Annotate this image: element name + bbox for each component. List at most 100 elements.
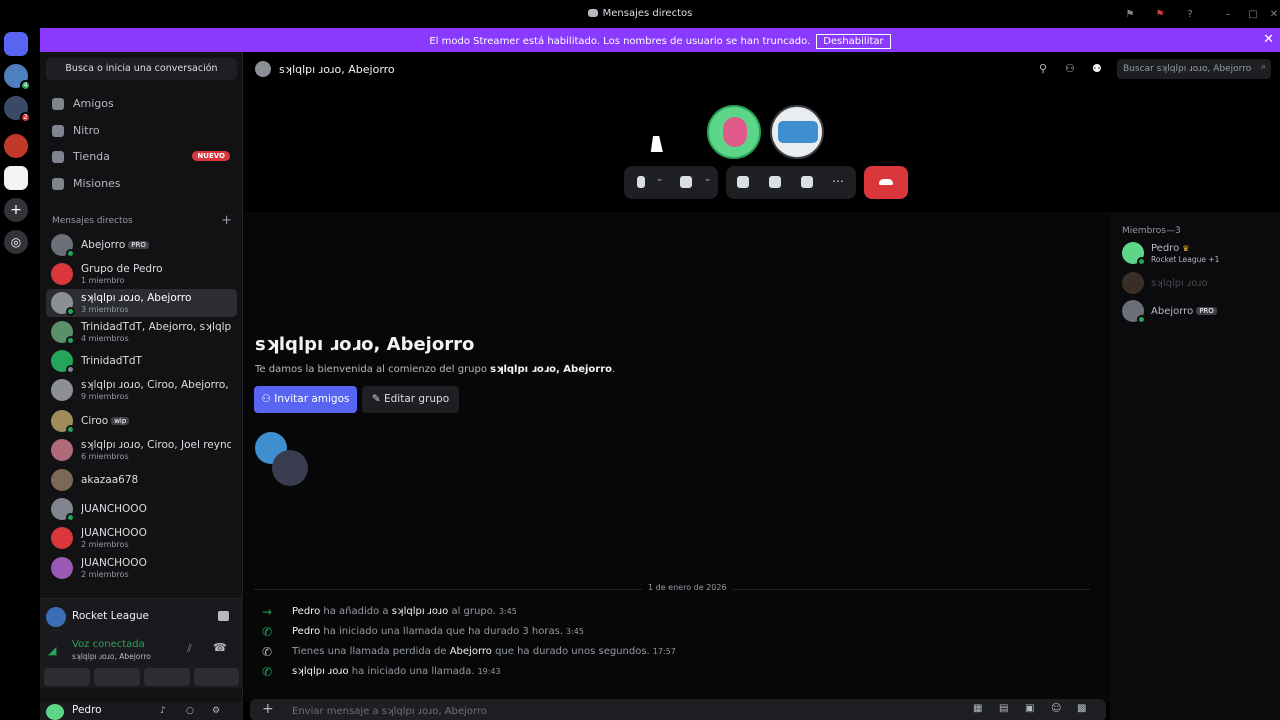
dm-item[interactable]: sʞlqlpı ɹoɹo, Ciroo, Joel reyno... 6 miem… — [46, 436, 237, 464]
screen-share-icon[interactable] — [737, 176, 749, 188]
message-composer[interactable]: + Enviar mensaje a sʞlqlpı ɹoɹo, Abejorr… — [250, 699, 1106, 720]
emoji-icon[interactable]: ☺ — [1051, 703, 1061, 714]
participant-avatar[interactable] — [770, 105, 824, 159]
nav-quests[interactable]: Misiones — [48, 172, 236, 196]
new-badge: NUEVO — [192, 151, 230, 161]
edit-group-button[interactable]: ✎ Editar grupo — [362, 386, 459, 413]
settings-gear-icon[interactable]: ⚙ — [212, 706, 220, 716]
headphones-icon[interactable]: ○ — [186, 706, 194, 716]
member-item[interactable]: Abejorro PRO — [1120, 298, 1270, 324]
camera-off-button[interactable] — [44, 668, 90, 686]
avatar — [51, 263, 73, 285]
quests-icon — [52, 178, 64, 190]
friends-icon — [52, 98, 64, 110]
disconnect-icon[interactable]: ☎ — [213, 641, 227, 654]
group-avatar-back — [272, 450, 308, 486]
streamer-mode-banner: El modo Streamer está habilitado. Los no… — [40, 28, 1280, 52]
server-icon[interactable]: 4 — [4, 64, 31, 91]
avatar — [51, 410, 75, 434]
dm-item[interactable]: sʞlqlpı ɹoɹo, Ciroo, Abejorro, J... 9 mie… — [46, 376, 237, 404]
home-discord-icon[interactable] — [4, 32, 28, 56]
game-overlay-icon[interactable] — [218, 611, 229, 621]
add-friends-icon[interactable]: ⚇ — [1065, 62, 1075, 75]
server-icon[interactable] — [4, 134, 28, 158]
shop-icon — [52, 151, 64, 163]
members-list-icon[interactable]: ⚉ — [1092, 62, 1102, 75]
sticker-icon[interactable]: ▣ — [1025, 703, 1034, 714]
dm-item[interactable]: akazaa678 — [46, 466, 237, 494]
avatar — [1122, 272, 1144, 294]
gif-icon[interactable]: ▤ — [999, 703, 1008, 714]
avatar — [51, 498, 75, 522]
server-icon[interactable] — [4, 166, 28, 190]
maximize-icon[interactable]: □ — [1247, 9, 1259, 21]
add-server-icon[interactable]: + — [4, 198, 28, 222]
soundboard-button[interactable] — [194, 668, 239, 686]
mic-camera-controls: ⌄ ⌄ — [624, 166, 718, 199]
dm-item[interactable]: Ciroo wip — [46, 407, 237, 435]
dm-item[interactable]: JUANCHOOO 2 miembros — [46, 524, 237, 552]
status-tag: wip — [111, 417, 130, 425]
gift-icon[interactable]: ▦ — [973, 703, 982, 714]
nav-friends[interactable]: Amigos — [48, 92, 236, 116]
avatar — [1122, 300, 1146, 324]
pencil-icon: ✎ — [371, 393, 384, 405]
mouse-cursor — [650, 136, 666, 152]
microphone-icon[interactable]: ♪ — [160, 706, 166, 716]
avatar[interactable] — [46, 704, 64, 720]
activities-icon[interactable] — [769, 176, 781, 188]
noise-suppression-icon[interactable]: ⫽ — [187, 642, 192, 656]
member-item[interactable]: sʞlqlpı ɹoɹo — [1120, 270, 1270, 296]
dm-item-active[interactable]: sʞlqlpı ɹoɹo, Abejorro 3 miembros — [46, 289, 237, 317]
avatar — [51, 469, 73, 491]
microphone-icon[interactable] — [637, 176, 645, 188]
hang-up-button[interactable] — [864, 166, 908, 199]
minimize-icon[interactable]: – — [1222, 9, 1234, 21]
soundboard-icon[interactable] — [801, 176, 813, 188]
call-area: ⌄ ⌄ ⋯ — [244, 86, 1280, 212]
create-dm-icon[interactable]: + — [221, 213, 232, 228]
nitro-icon — [52, 125, 64, 137]
flag-icon[interactable]: ⚑ — [1124, 9, 1136, 21]
rocket-league-icon — [46, 607, 66, 627]
apps-icon[interactable]: ▩ — [1077, 703, 1086, 714]
discover-icon[interactable]: ◎ — [4, 230, 28, 254]
dm-item[interactable]: Grupo de Pedro 1 miembro — [46, 260, 237, 288]
participant-avatar[interactable] — [707, 105, 761, 159]
help-icon[interactable]: ? — [1184, 9, 1196, 21]
server-icon[interactable]: 2 — [4, 96, 31, 123]
more-options-icon[interactable]: ⋯ — [832, 174, 844, 188]
dm-item[interactable]: JUANCHOOO — [46, 495, 237, 523]
screen-share-button[interactable] — [94, 668, 140, 686]
camera-off-icon[interactable] — [680, 176, 692, 188]
pin-icon[interactable]: ⚲ — [1039, 62, 1047, 75]
phone-hangup-icon — [879, 179, 893, 185]
dm-item[interactable]: TrinidadTdT, Abejorro, sʞlqlpı ... 4 miem… — [46, 318, 237, 346]
member-list: Miembros—3 Pedro ♛ Rocket League +1 sʞlqlp… — [1110, 212, 1280, 720]
chevron-down-icon[interactable]: ⌄ — [656, 174, 664, 184]
upload-plus-icon[interactable]: + — [262, 701, 274, 717]
inbox-icon[interactable]: ⚑ — [1154, 9, 1166, 21]
find-conversation-button[interactable]: Busca o inicia una conversación — [46, 58, 237, 80]
avatar — [51, 292, 75, 316]
nav-shop[interactable]: Tienda NUEVO — [48, 145, 236, 169]
signal-icon[interactable]: ◢ — [48, 644, 62, 658]
nav-nitro[interactable]: Nitro — [48, 119, 236, 143]
close-window-icon[interactable]: ✕ — [1268, 9, 1280, 21]
search-input[interactable]: Buscar sʞlqlpı ɹoɹo, Abejorro ⌕ — [1117, 59, 1271, 79]
member-item[interactable]: Pedro ♛ Rocket League +1 — [1120, 240, 1270, 266]
avatar — [1122, 242, 1146, 266]
title-bar: Mensajes directos ⚑ ⚑ ? – □ ✕ — [0, 0, 1280, 28]
invite-friends-button[interactable]: ⚇ Invitar amigos — [254, 386, 357, 413]
search-icon: ⌕ — [1260, 62, 1266, 72]
disable-streamer-button[interactable]: Deshabilitar — [816, 34, 891, 49]
dm-item[interactable]: JUANCHOOO 2 miembros — [46, 554, 237, 582]
group-avatar — [255, 61, 271, 77]
chevron-down-icon[interactable]: ⌄ — [704, 174, 712, 184]
add-user-icon: ⚇ — [261, 393, 275, 405]
close-icon[interactable]: ✕ — [1263, 32, 1274, 47]
dm-item[interactable]: Abejorro PRO — [46, 231, 237, 259]
activities-button[interactable] — [144, 668, 190, 686]
dm-item[interactable]: TrinidadTdT — [46, 347, 237, 375]
welcome-text: Te damos la bienvenida al comienzo del g… — [255, 364, 616, 375]
